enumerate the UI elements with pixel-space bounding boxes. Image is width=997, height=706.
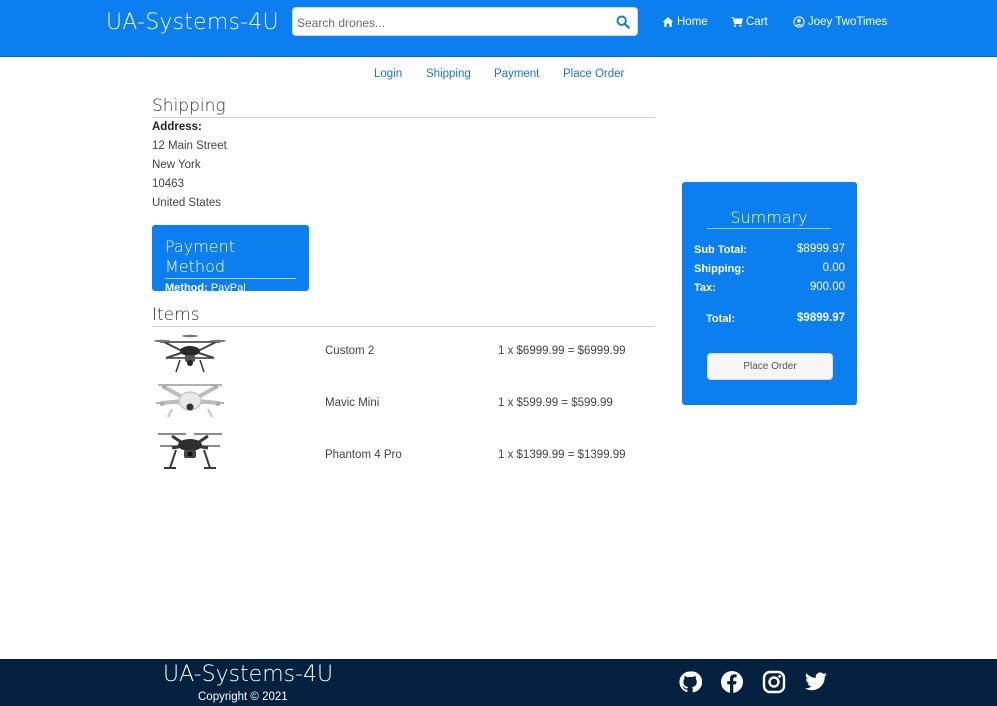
footer: UA-Systems-4U Copyright © 2021 [0,659,997,706]
payment-method-box: Payment Method Method: PayPal [152,225,309,294]
list-item: Custom 2 1 x $6999.99 = $6999.99 [152,330,655,376]
address-line: 10463 [152,178,184,190]
shipping-cost-value: 0.00 [822,262,845,274]
payment-method-label: Method: [165,282,208,294]
navbar: UA-Systems-4U Home Cart Joey TwoTimes [0,0,997,57]
home-icon [662,17,674,27]
item-name[interactable]: Custom 2 [325,343,374,359]
github-icon[interactable] [678,670,702,694]
nav-home-label: Home [677,16,708,28]
step-place-order[interactable]: Place Order [563,66,624,82]
list-item: Mavic Mini 1 x $599.99 = $599.99 [152,379,655,425]
summary-heading: Summary [707,207,831,229]
search-bar [292,7,638,37]
hexacopter-drone-image[interactable] [152,330,228,376]
nav-home-link[interactable]: Home [662,14,708,30]
subtotal-label: Sub Total: [694,244,747,256]
footer-copyright: Copyright © 2021 [198,691,288,703]
item-name[interactable]: Mavic Mini [325,395,379,411]
address-label: Address: [152,121,202,133]
search-input[interactable] [295,8,609,37]
item-price: 1 x $599.99 = $599.99 [498,397,613,409]
address-line: United States [152,197,222,209]
twitter-icon[interactable] [804,670,828,694]
address-line: 12 Main Street [152,140,227,152]
payment-method-line: Method: PayPal [165,282,296,294]
item-price: 1 x $1399.99 = $1399.99 [498,449,626,461]
step-payment[interactable]: Payment [494,66,539,82]
instagram-icon[interactable] [762,670,786,694]
shipping-address: Address: 12 Main Street New York 10463 U… [152,118,227,213]
cart-icon [731,17,743,27]
payment-method-heading: Payment Method [165,237,296,279]
list-item: Phantom 4 Pro 1 x $1399.99 = $1399.99 [152,428,655,474]
items-heading: Items [152,304,655,327]
footer-brand: UA-Systems-4U [163,662,334,687]
total-value: $9899.97 [797,312,845,324]
facebook-icon[interactable] [720,670,744,694]
step-login[interactable]: Login [374,66,402,82]
nav-user-label: Joey TwoTimes [808,16,888,28]
nav-cart-link[interactable]: Cart [731,14,768,30]
payment-method-value: PayPal [210,282,246,294]
user-circle-icon [793,16,805,28]
total-label: Total: [706,313,736,325]
item-price: 1 x $6999.99 = $6999.99 [498,345,626,357]
tax-label: Tax: [694,282,716,294]
subtotal-value: $8999.97 [797,243,845,255]
nav-user-link[interactable]: Joey TwoTimes [793,14,887,30]
step-shipping[interactable]: Shipping [426,66,471,82]
search-icon[interactable] [616,15,630,29]
shipping-heading: Shipping [152,95,655,118]
nav-cart-label: Cart [746,16,768,28]
order-summary: Summary Sub Total: $8999.97 Shipping: 0.… [682,182,857,405]
brand-logo[interactable]: UA-Systems-4U [106,9,279,37]
address-line: New York [152,159,201,171]
white-quadcopter-image[interactable] [152,379,228,425]
dark-quadcopter-image[interactable] [152,428,228,474]
item-name[interactable]: Phantom 4 Pro [325,447,402,463]
place-order-button[interactable]: Place Order [707,353,833,380]
shipping-cost-label: Shipping: [694,263,745,275]
tax-value: 900.00 [809,281,845,293]
